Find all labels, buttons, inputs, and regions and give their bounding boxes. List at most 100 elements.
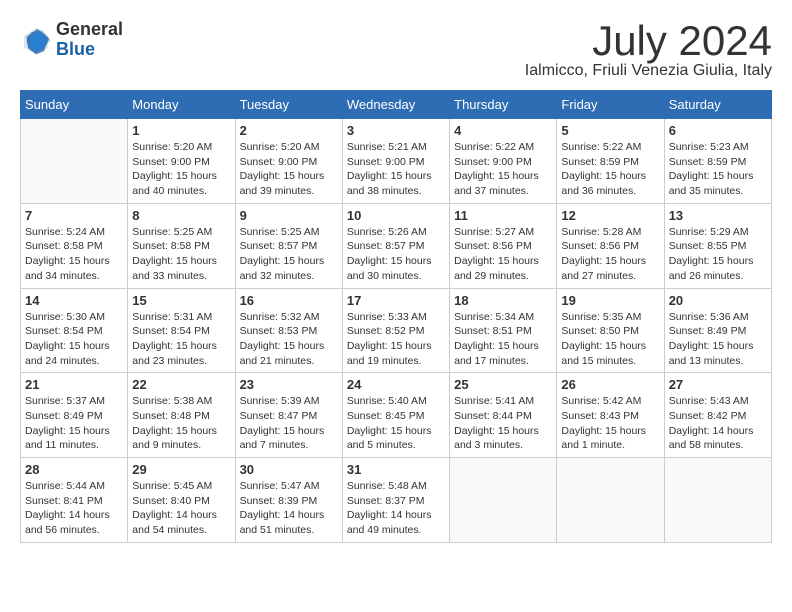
cell-content: Sunrise: 5:48 AM Sunset: 8:37 PM Dayligh… (347, 479, 445, 538)
day-number: 22 (132, 377, 230, 392)
day-number: 6 (669, 123, 767, 138)
calendar-cell: 5 Sunrise: 5:22 AM Sunset: 8:59 PM Daylig… (557, 119, 664, 204)
cell-content: Sunrise: 5:47 AM Sunset: 8:39 PM Dayligh… (240, 479, 338, 538)
day-number: 3 (347, 123, 445, 138)
cell-content: Sunrise: 5:45 AM Sunset: 8:40 PM Dayligh… (132, 479, 230, 538)
day-header-friday: Friday (557, 91, 664, 119)
cell-content: Sunrise: 5:21 AM Sunset: 9:00 PM Dayligh… (347, 140, 445, 199)
cell-content: Sunrise: 5:38 AM Sunset: 8:48 PM Dayligh… (132, 394, 230, 453)
day-number: 15 (132, 293, 230, 308)
day-header-thursday: Thursday (450, 91, 557, 119)
cell-content: Sunrise: 5:22 AM Sunset: 9:00 PM Dayligh… (454, 140, 552, 199)
calendar-cell: 22 Sunrise: 5:38 AM Sunset: 8:48 PM Dayli… (128, 373, 235, 458)
cell-content: Sunrise: 5:30 AM Sunset: 8:54 PM Dayligh… (25, 310, 123, 369)
calendar-cell: 19 Sunrise: 5:35 AM Sunset: 8:50 PM Dayli… (557, 288, 664, 373)
calendar-table: SundayMondayTuesdayWednesdayThursdayFrid… (20, 90, 772, 543)
location-title: Ialmicco, Friuli Venezia Giulia, Italy (525, 62, 772, 80)
calendar-header-row: SundayMondayTuesdayWednesdayThursdayFrid… (21, 91, 772, 119)
day-number: 19 (561, 293, 659, 308)
cell-content: Sunrise: 5:23 AM Sunset: 8:59 PM Dayligh… (669, 140, 767, 199)
calendar-week-row: 28 Sunrise: 5:44 AM Sunset: 8:41 PM Dayli… (21, 458, 772, 543)
day-header-saturday: Saturday (664, 91, 771, 119)
calendar-cell: 15 Sunrise: 5:31 AM Sunset: 8:54 PM Dayli… (128, 288, 235, 373)
cell-content: Sunrise: 5:25 AM Sunset: 8:57 PM Dayligh… (240, 225, 338, 284)
calendar-week-row: 7 Sunrise: 5:24 AM Sunset: 8:58 PM Daylig… (21, 203, 772, 288)
logo: General Blue (20, 20, 123, 60)
cell-content: Sunrise: 5:33 AM Sunset: 8:52 PM Dayligh… (347, 310, 445, 369)
day-header-wednesday: Wednesday (342, 91, 449, 119)
cell-content: Sunrise: 5:40 AM Sunset: 8:45 PM Dayligh… (347, 394, 445, 453)
cell-content: Sunrise: 5:44 AM Sunset: 8:41 PM Dayligh… (25, 479, 123, 538)
calendar-cell (450, 458, 557, 543)
day-header-monday: Monday (128, 91, 235, 119)
day-number: 4 (454, 123, 552, 138)
day-number: 13 (669, 208, 767, 223)
calendar-cell: 13 Sunrise: 5:29 AM Sunset: 8:55 PM Dayli… (664, 203, 771, 288)
calendar-cell: 30 Sunrise: 5:47 AM Sunset: 8:39 PM Dayli… (235, 458, 342, 543)
day-header-tuesday: Tuesday (235, 91, 342, 119)
day-number: 1 (132, 123, 230, 138)
calendar-cell: 17 Sunrise: 5:33 AM Sunset: 8:52 PM Dayli… (342, 288, 449, 373)
logo-text: General Blue (56, 20, 123, 60)
cell-content: Sunrise: 5:42 AM Sunset: 8:43 PM Dayligh… (561, 394, 659, 453)
calendar-cell: 8 Sunrise: 5:25 AM Sunset: 8:58 PM Daylig… (128, 203, 235, 288)
cell-content: Sunrise: 5:22 AM Sunset: 8:59 PM Dayligh… (561, 140, 659, 199)
cell-content: Sunrise: 5:36 AM Sunset: 8:49 PM Dayligh… (669, 310, 767, 369)
day-number: 5 (561, 123, 659, 138)
calendar-cell: 18 Sunrise: 5:34 AM Sunset: 8:51 PM Dayli… (450, 288, 557, 373)
calendar-cell: 29 Sunrise: 5:45 AM Sunset: 8:40 PM Dayli… (128, 458, 235, 543)
day-number: 24 (347, 377, 445, 392)
month-title: July 2024 (525, 20, 772, 62)
cell-content: Sunrise: 5:31 AM Sunset: 8:54 PM Dayligh… (132, 310, 230, 369)
day-number: 20 (669, 293, 767, 308)
day-number: 28 (25, 462, 123, 477)
calendar-week-row: 1 Sunrise: 5:20 AM Sunset: 9:00 PM Daylig… (21, 119, 772, 204)
day-number: 26 (561, 377, 659, 392)
calendar-cell: 2Sunrise: 5:20 AM Sunset: 9:00 PM Daylig… (235, 119, 342, 204)
cell-content: Sunrise: 5:25 AM Sunset: 8:58 PM Dayligh… (132, 225, 230, 284)
calendar-cell: 10Sunrise: 5:26 AM Sunset: 8:57 PM Dayli… (342, 203, 449, 288)
day-number: 7 (25, 208, 123, 223)
day-number: 9 (240, 208, 338, 223)
calendar-cell: 4 Sunrise: 5:22 AM Sunset: 9:00 PM Daylig… (450, 119, 557, 204)
day-number: 27 (669, 377, 767, 392)
calendar-cell: 14Sunrise: 5:30 AM Sunset: 8:54 PM Dayli… (21, 288, 128, 373)
logo-icon (20, 24, 52, 56)
day-number: 17 (347, 293, 445, 308)
cell-content: Sunrise: 5:26 AM Sunset: 8:57 PM Dayligh… (347, 225, 445, 284)
calendar-cell: 27 Sunrise: 5:43 AM Sunset: 8:42 PM Dayli… (664, 373, 771, 458)
calendar-cell: 26 Sunrise: 5:42 AM Sunset: 8:43 PM Dayli… (557, 373, 664, 458)
day-number: 29 (132, 462, 230, 477)
cell-content: Sunrise: 5:29 AM Sunset: 8:55 PM Dayligh… (669, 225, 767, 284)
calendar-week-row: 21 Sunrise: 5:37 AM Sunset: 8:49 PM Dayli… (21, 373, 772, 458)
day-number: 18 (454, 293, 552, 308)
day-number: 23 (240, 377, 338, 392)
day-number: 8 (132, 208, 230, 223)
cell-content: Sunrise: 5:24 AM Sunset: 8:58 PM Dayligh… (25, 225, 123, 284)
cell-content: Sunrise: 5:20 AM Sunset: 9:00 PM Dayligh… (240, 140, 338, 199)
cell-content: Sunrise: 5:39 AM Sunset: 8:47 PM Dayligh… (240, 394, 338, 453)
calendar-cell: 6 Sunrise: 5:23 AM Sunset: 8:59 PM Daylig… (664, 119, 771, 204)
cell-content: Sunrise: 5:37 AM Sunset: 8:49 PM Dayligh… (25, 394, 123, 453)
calendar-cell: 28 Sunrise: 5:44 AM Sunset: 8:41 PM Dayli… (21, 458, 128, 543)
day-number: 16 (240, 293, 338, 308)
calendar-cell: 24 Sunrise: 5:40 AM Sunset: 8:45 PM Dayli… (342, 373, 449, 458)
calendar-cell: 23 Sunrise: 5:39 AM Sunset: 8:47 PM Dayli… (235, 373, 342, 458)
cell-content: Sunrise: 5:43 AM Sunset: 8:42 PM Dayligh… (669, 394, 767, 453)
cell-content: Sunrise: 5:35 AM Sunset: 8:50 PM Dayligh… (561, 310, 659, 369)
day-number: 30 (240, 462, 338, 477)
cell-content: Sunrise: 5:34 AM Sunset: 8:51 PM Dayligh… (454, 310, 552, 369)
calendar-cell: 21 Sunrise: 5:37 AM Sunset: 8:49 PM Dayli… (21, 373, 128, 458)
calendar-week-row: 14Sunrise: 5:30 AM Sunset: 8:54 PM Dayli… (21, 288, 772, 373)
cell-content: Sunrise: 5:27 AM Sunset: 8:56 PM Dayligh… (454, 225, 552, 284)
cell-content: Sunrise: 5:28 AM Sunset: 8:56 PM Dayligh… (561, 225, 659, 284)
day-number: 21 (25, 377, 123, 392)
calendar-cell: 25Sunrise: 5:41 AM Sunset: 8:44 PM Dayli… (450, 373, 557, 458)
day-header-sunday: Sunday (21, 91, 128, 119)
day-number: 12 (561, 208, 659, 223)
calendar-cell: 1Sunrise: 5:20 AM Sunset: 9:00 PM Daylig… (128, 119, 235, 204)
page-header: General Blue July 2024 Ialmicco, Friuli … (20, 20, 772, 80)
calendar-cell: 31Sunrise: 5:48 AM Sunset: 8:37 PM Dayli… (342, 458, 449, 543)
title-block: July 2024 Ialmicco, Friuli Venezia Giuli… (525, 20, 772, 80)
calendar-cell (557, 458, 664, 543)
